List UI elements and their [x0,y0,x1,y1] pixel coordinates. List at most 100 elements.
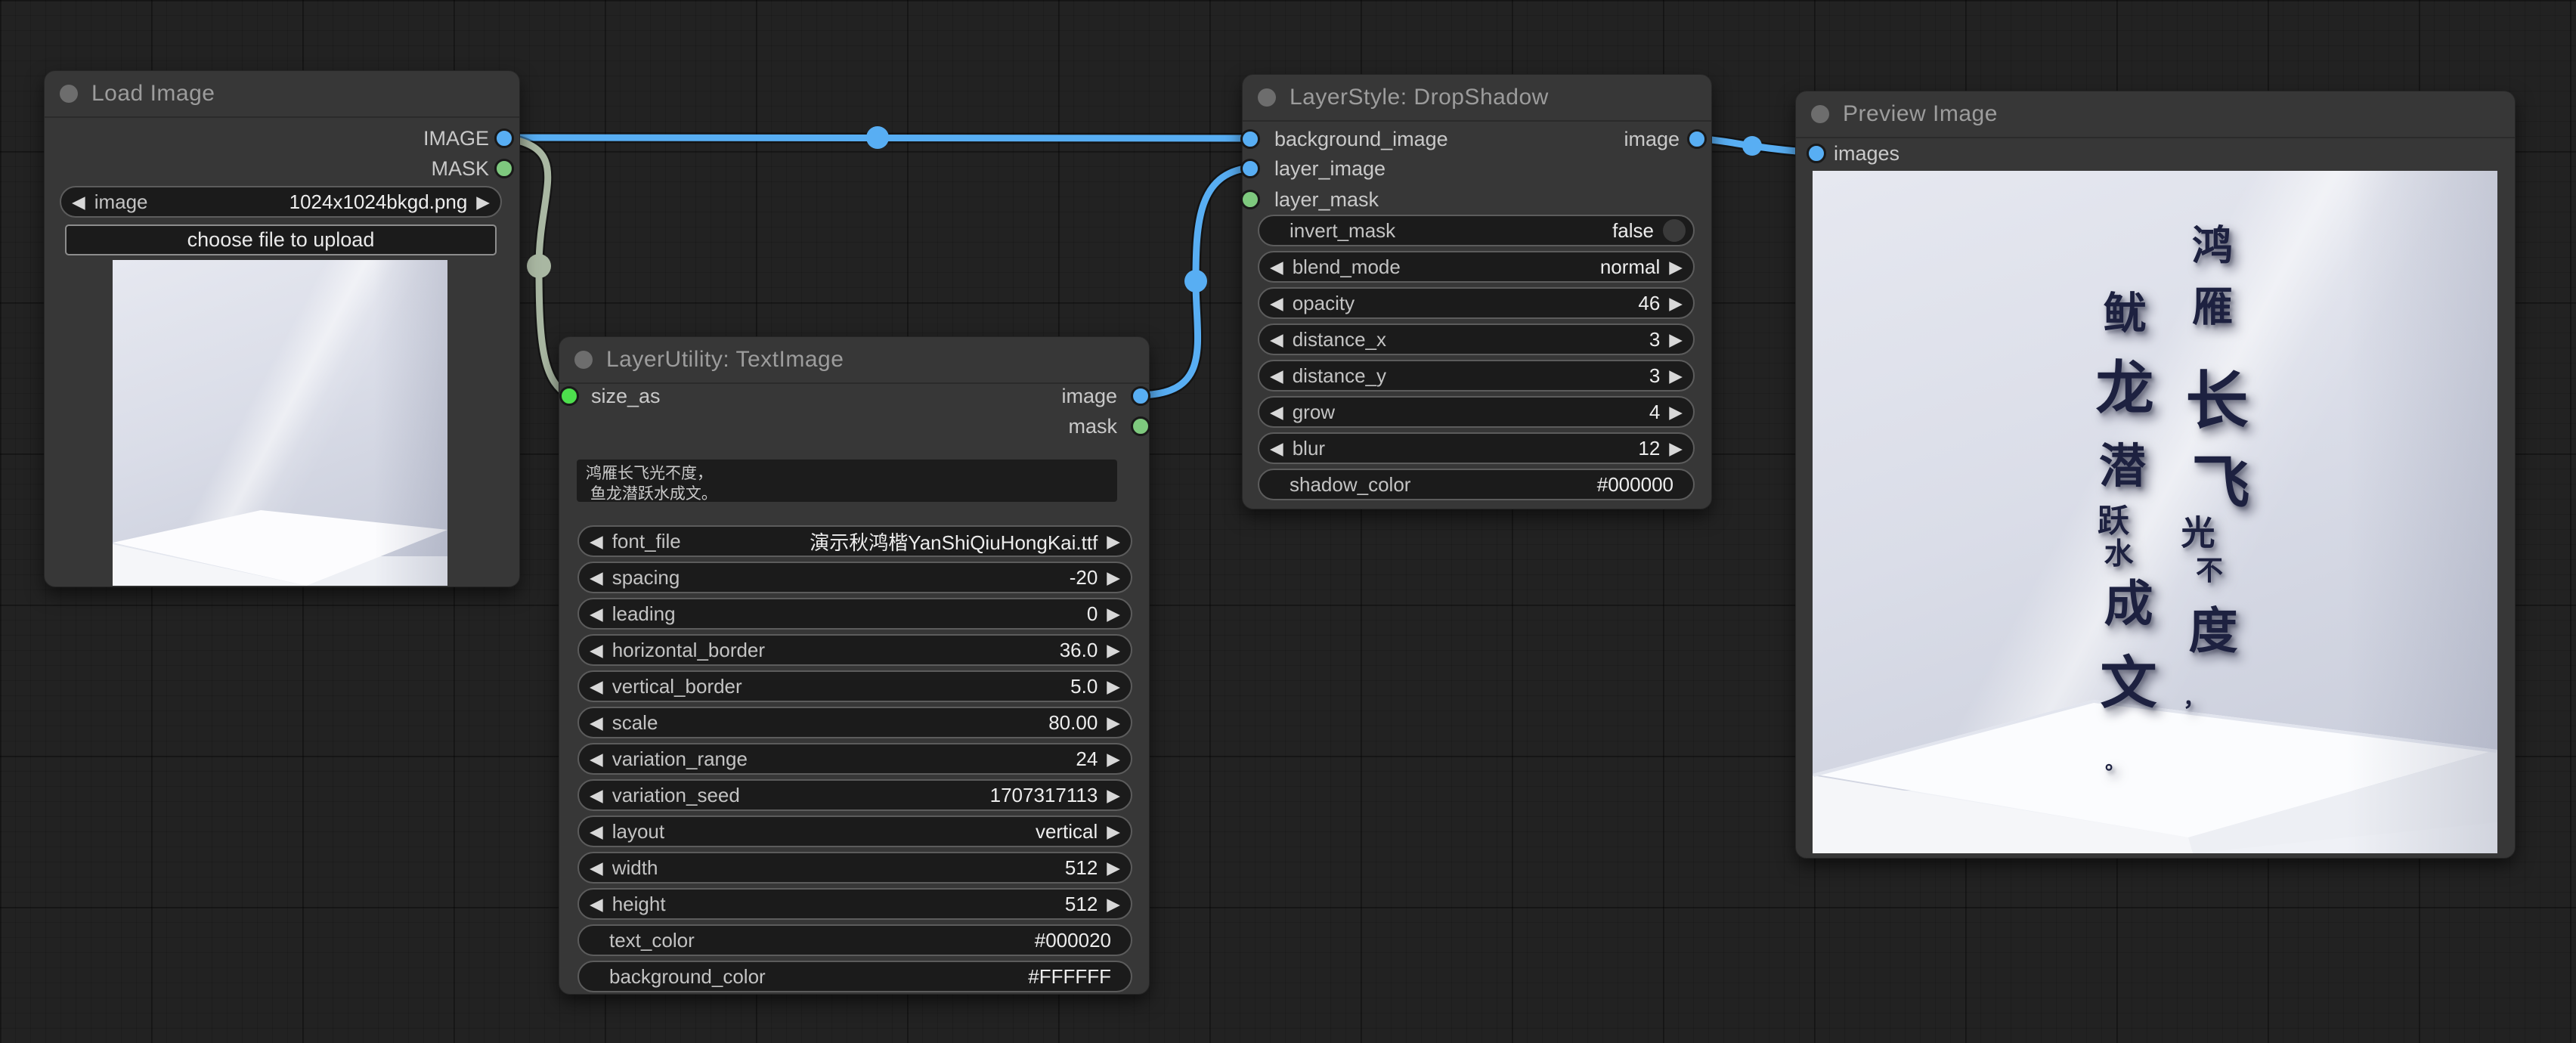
horizontal-border-widget[interactable]: ◀ horizontal_border 36.0 ▶ [577,634,1132,666]
right-arrow-icon[interactable]: ▶ [1669,367,1683,385]
node-layerutility-textimage[interactable]: LayerUtility: TextImage size_as image ma… [559,336,1150,995]
right-arrow-icon[interactable]: ▶ [1107,642,1120,659]
left-arrow-icon[interactable]: ◀ [590,823,603,840]
variation-range-widget[interactable]: ◀ variation_range 24 ▶ [577,743,1132,775]
widget-value: 5.0 [1070,675,1098,698]
node-load-image-titlebar[interactable]: Load Image [45,71,519,118]
collapse-dot-icon[interactable] [1811,105,1829,123]
right-arrow-icon[interactable]: ▶ [1669,440,1683,457]
left-arrow-icon[interactable]: ◀ [590,605,603,623]
image-combo-widget[interactable]: ◀ image 1024x1024bkgd.png ▶ [60,186,502,218]
right-arrow-icon[interactable]: ▶ [1107,787,1120,804]
background-color-widget[interactable]: background_color #FFFFFF [577,961,1132,992]
node-textimage-titlebar[interactable]: LayerUtility: TextImage [559,337,1149,384]
node-dropshadow-titlebar[interactable]: LayerStyle: DropShadow [1243,75,1711,122]
width-widget[interactable]: ◀ width 512 ▶ [577,852,1132,884]
widget-value: 512 [1065,893,1098,916]
left-arrow-icon[interactable]: ◀ [590,751,603,768]
input-label-background-image: background_image [1274,128,1448,150]
right-arrow-icon[interactable]: ▶ [476,193,490,211]
left-arrow-icon[interactable]: ◀ [590,714,603,732]
right-arrow-icon[interactable]: ▶ [1107,605,1120,623]
collapse-dot-icon[interactable] [1258,88,1276,107]
layout-widget[interactable]: ◀ layout vertical ▶ [577,816,1132,847]
choose-file-button[interactable]: choose file to upload [65,224,497,255]
variation-seed-widget[interactable]: ◀ variation_seed 1707317113 ▶ [577,779,1132,811]
right-arrow-icon[interactable]: ▶ [1669,331,1683,348]
input-port-layer-mask[interactable] [1240,190,1260,209]
node-layerstyle-dropshadow[interactable]: LayerStyle: DropShadow background_image … [1242,74,1712,509]
right-arrow-icon[interactable]: ▶ [1107,569,1120,586]
left-arrow-icon[interactable]: ◀ [590,569,603,586]
calligraphy-char: 龙 [2096,342,2154,426]
widget-value: vertical [1036,820,1098,843]
output-port-image[interactable] [1687,129,1707,149]
height-widget[interactable]: ◀ height 512 ▶ [577,888,1132,920]
opacity-widget[interactable]: ◀ opacity 46 ▶ [1258,287,1695,319]
node-title: Preview Image [1843,101,1998,127]
right-arrow-icon[interactable]: ▶ [1107,714,1120,732]
input-port-layer-image[interactable] [1240,159,1260,178]
left-arrow-icon[interactable]: ◀ [1270,258,1283,276]
widget-value: -20 [1070,566,1098,590]
right-arrow-icon[interactable]: ▶ [1107,823,1120,840]
toggle-knob-icon[interactable] [1663,219,1686,242]
output-port-image[interactable] [494,128,514,148]
right-arrow-icon[interactable]: ▶ [1669,258,1683,276]
output-port-image[interactable] [1131,386,1150,406]
blur-widget[interactable]: ◀ blur 12 ▶ [1258,432,1695,464]
right-arrow-icon[interactable]: ▶ [1107,896,1120,913]
blend-mode-widget[interactable]: ◀ blend_mode normal ▶ [1258,251,1695,283]
vertical-border-widget[interactable]: ◀ vertical_border 5.0 ▶ [577,670,1132,702]
widget-label: distance_x [1293,328,1386,351]
right-arrow-icon[interactable]: ▶ [1107,533,1120,550]
left-arrow-icon[interactable]: ◀ [590,787,603,804]
output-port-mask[interactable] [1131,416,1150,436]
right-arrow-icon[interactable]: ▶ [1669,404,1683,421]
left-arrow-icon[interactable]: ◀ [1270,367,1283,385]
distance-y-widget[interactable]: ◀ distance_y 3 ▶ [1258,360,1695,392]
input-port-images[interactable] [1807,144,1826,163]
collapse-dot-icon[interactable] [60,85,78,103]
spacing-widget[interactable]: ◀ spacing -20 ▶ [577,562,1132,593]
grow-widget[interactable]: ◀ grow 4 ▶ [1258,396,1695,428]
calligraphy-char: 光 [2181,506,2215,555]
left-arrow-icon[interactable]: ◀ [590,533,603,550]
input-port-background-image[interactable] [1240,129,1260,149]
node-preview-titlebar[interactable]: Preview Image [1796,91,2515,138]
calligraphy-char: 文 [2100,637,2156,720]
output-port-mask[interactable] [494,159,514,178]
font-file-widget[interactable]: ◀ font_file 演示秋鸿楷YanShiQiuHongKai.ttf ▶ [577,525,1132,557]
input-port-size-as[interactable] [559,386,579,406]
left-arrow-icon[interactable]: ◀ [1270,404,1283,421]
text-input-area[interactable]: 鸿雁长飞光不度， 鱼龙潜跃水成文。 [577,460,1117,502]
collapse-dot-icon[interactable] [574,351,593,369]
right-arrow-icon[interactable]: ▶ [1107,678,1120,695]
left-arrow-icon[interactable]: ◀ [590,859,603,877]
link-dot [1184,270,1207,292]
left-arrow-icon[interactable]: ◀ [590,896,603,913]
right-arrow-icon[interactable]: ▶ [1669,295,1683,312]
invert-mask-widget[interactable]: invert_mask false [1258,215,1695,246]
widget-value: 24 [1076,747,1098,771]
distance-x-widget[interactable]: ◀ distance_x 3 ▶ [1258,323,1695,355]
left-arrow-icon[interactable]: ◀ [1270,331,1283,348]
left-arrow-icon[interactable]: ◀ [1270,440,1283,457]
widget-label: image [94,190,148,214]
scale-widget[interactable]: ◀ scale 80.00 ▶ [577,707,1132,738]
leading-widget[interactable]: ◀ leading 0 ▶ [577,598,1132,630]
left-arrow-icon[interactable]: ◀ [590,678,603,695]
widget-value: false [1612,219,1654,243]
node-graph-canvas[interactable]: Load Image IMAGE MASK ◀ image 1024x1024b… [0,0,2576,1043]
right-arrow-icon[interactable]: ▶ [1107,751,1120,768]
left-arrow-icon[interactable]: ◀ [72,193,85,211]
node-preview-image[interactable]: Preview Image images 鸿 雁 长 飞 光 不 度 [1795,91,2516,859]
shadow-color-widget[interactable]: shadow_color #000000 [1258,469,1695,500]
output-label-image: image [1061,385,1117,407]
left-arrow-icon[interactable]: ◀ [1270,295,1283,312]
node-load-image[interactable]: Load Image IMAGE MASK ◀ image 1024x1024b… [44,70,520,587]
right-arrow-icon[interactable]: ▶ [1107,859,1120,877]
text-color-widget[interactable]: text_color #000020 [577,924,1132,956]
left-arrow-icon[interactable]: ◀ [590,642,603,659]
loaded-image-preview [113,260,447,586]
